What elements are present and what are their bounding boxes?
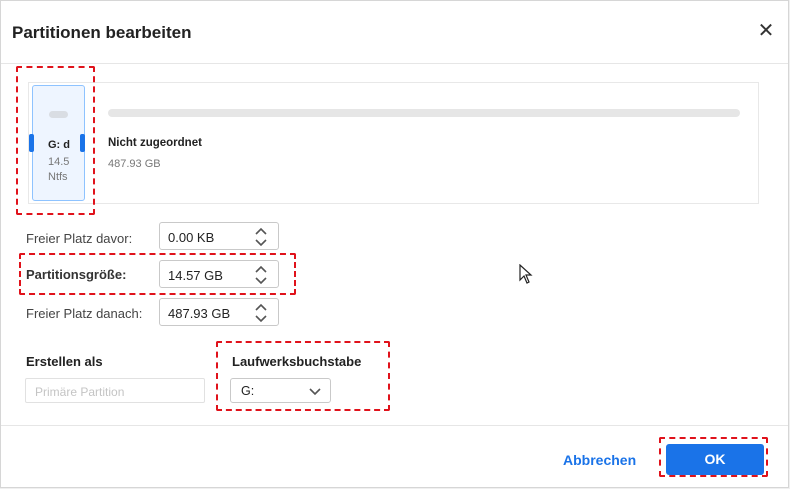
chevron-down-icon <box>308 385 322 403</box>
unallocated-label: Nicht zugeordnet <box>108 137 202 149</box>
free-before-stepper[interactable]: 0.00 KB <box>159 222 279 250</box>
stepper-arrows-icon[interactable] <box>254 226 268 248</box>
mouse-cursor-icon <box>519 263 533 289</box>
cancel-button[interactable]: Abbrechen <box>563 452 636 468</box>
dialog-titlebar: Partitionen bearbeiten ✕ <box>1 1 788 64</box>
partition-size-label: Partitionsgröße: <box>26 267 127 282</box>
ok-button[interactable]: OK <box>666 444 764 475</box>
partition-type-placeholder: Primäre Partition <box>35 385 125 399</box>
unallocated-usage-bar <box>108 109 740 117</box>
drive-letter-select[interactable]: G: <box>230 378 331 403</box>
drive-letter-value: G: <box>241 384 255 398</box>
free-before-label: Freier Platz davor: <box>26 231 133 246</box>
partition-block[interactable]: G: d 14.5 Ntfs <box>32 85 85 201</box>
partition-size-label: 14.5 <box>48 156 70 168</box>
close-icon[interactable]: ✕ <box>756 21 776 41</box>
partition-usage-bar <box>49 111 68 118</box>
free-before-value: 0.00 KB <box>168 230 215 245</box>
partition-letter-label: G: d <box>48 139 70 151</box>
dialog-title: Partitionen bearbeiten <box>12 23 192 42</box>
partition-size-value: 14.57 GB <box>168 268 223 283</box>
partition-type-input: Primäre Partition <box>25 378 205 403</box>
footer-divider <box>1 425 788 426</box>
unallocated-size: 487.93 GB <box>108 158 161 170</box>
create-as-label: Erstellen als <box>26 354 103 369</box>
partition-size-stepper[interactable]: 14.57 GB <box>159 260 279 288</box>
free-after-value: 487.93 GB <box>168 306 231 321</box>
resize-handle-right[interactable] <box>80 134 85 152</box>
free-after-stepper[interactable]: 487.93 GB <box>159 298 279 326</box>
stepper-arrows-icon[interactable] <box>254 264 268 286</box>
resize-handle-left[interactable] <box>29 134 34 152</box>
stepper-arrows-icon[interactable] <box>254 302 268 324</box>
free-after-label: Freier Platz danach: <box>26 306 143 321</box>
drive-letter-label: Laufwerksbuchstabe <box>232 354 362 369</box>
partition-fs-label: Ntfs <box>48 171 68 183</box>
edit-partition-dialog: Partitionen bearbeiten ✕ G: d 14.5 Ntfs … <box>0 0 789 488</box>
